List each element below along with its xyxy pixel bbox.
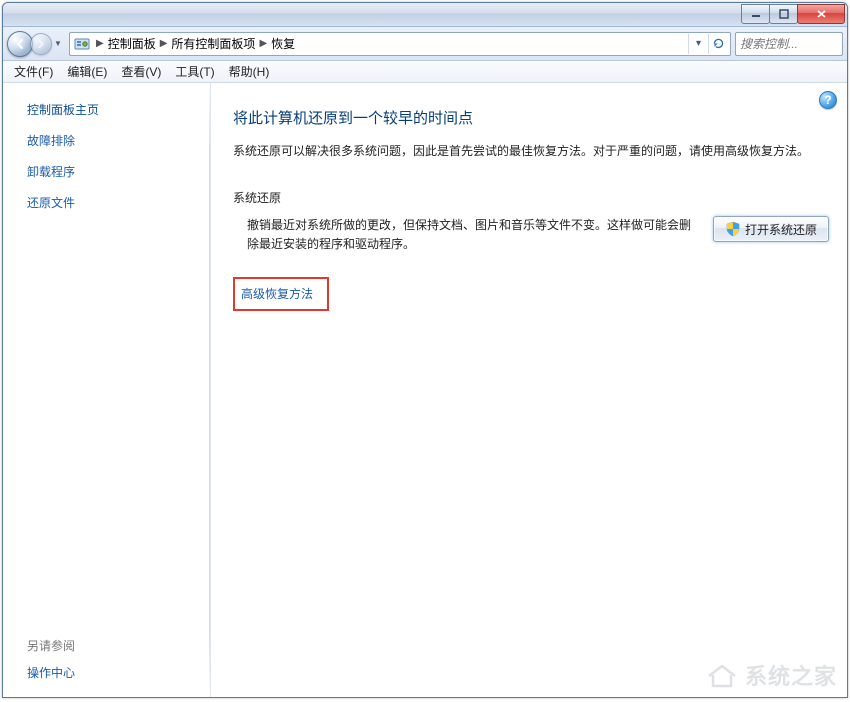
search-box[interactable] [735,32,843,56]
advanced-recovery-link[interactable]: 高级恢复方法 [241,287,313,301]
forward-button[interactable] [30,33,52,55]
sidebar-uninstall-link[interactable]: 卸载程序 [27,163,196,180]
breadcrumb-mid[interactable]: 所有控制面板项 [169,35,257,52]
titlebar[interactable] [3,3,847,27]
minimize-button[interactable] [741,4,770,24]
advanced-recovery-highlight: 高级恢复方法 [233,277,329,311]
breadcrumb-root[interactable]: 控制面板 [106,35,158,52]
uac-shield-icon [725,221,741,237]
sidebar: 控制面板主页 故障排除 卸载程序 还原文件 另请参阅 操作中心 [3,83,211,697]
menu-tools[interactable]: 工具(T) [168,61,221,82]
help-button[interactable]: ? [819,91,837,109]
sidebar-troubleshoot-link[interactable]: 故障排除 [27,132,196,149]
sidebar-see-also-title: 另请参阅 [27,637,196,654]
breadcrumb-leaf[interactable]: 恢复 [269,35,297,52]
sidebar-restore-files-link[interactable]: 还原文件 [27,194,196,211]
page-title: 将此计算机还原到一个较早的时间点 [233,107,829,128]
search-input[interactable] [740,37,838,51]
navigation-row: ▼ ▶ 控制面板 ▶ 所有控制面板项 ▶ 恢复 ▾ [3,27,847,61]
body: 控制面板主页 故障排除 卸载程序 还原文件 另请参阅 操作中心 ? 将此计算机还… [3,83,847,697]
chevron-right-icon[interactable]: ▶ [94,38,106,49]
menu-help[interactable]: 帮助(H) [222,61,277,82]
menu-file[interactable]: 文件(F) [7,61,60,82]
open-system-restore-button[interactable]: 打开系统还原 [713,216,829,242]
nav-history-dropdown[interactable]: ▼ [54,39,64,48]
section-title-system-restore: 系统还原 [233,189,829,206]
sidebar-action-center-link[interactable]: 操作中心 [27,664,196,681]
explorer-window: ▼ ▶ 控制面板 ▶ 所有控制面板项 ▶ 恢复 ▾ 文件(F) 编辑(E) [2,2,848,698]
menu-bar: 文件(F) 编辑(E) 查看(V) 工具(T) 帮助(H) [3,61,847,83]
close-button[interactable] [797,4,845,24]
menu-edit[interactable]: 编辑(E) [60,61,114,82]
window-controls [742,4,845,24]
intro-paragraph: 系统还原可以解决很多系统问题，因此是首先尝试的最佳恢复方法。对于严重的问题，请使… [233,142,829,161]
system-restore-description: 撤销最近对系统所做的更改，但保持文档、图片和音乐等文件不变。这样做可能会删除最近… [233,216,697,254]
nav-back-forward: ▼ [7,30,65,58]
control-panel-icon [74,36,90,52]
chevron-right-icon[interactable]: ▶ [158,38,170,49]
maximize-button[interactable] [769,4,798,24]
sidebar-home-link[interactable]: 控制面板主页 [27,101,196,118]
menu-view[interactable]: 查看(V) [114,61,168,82]
address-bar[interactable]: ▶ 控制面板 ▶ 所有控制面板项 ▶ 恢复 ▾ [69,32,731,56]
watermark-house-icon [705,662,739,688]
open-system-restore-label: 打开系统还原 [745,221,817,238]
watermark: 系统之家 [705,659,837,691]
refresh-button[interactable] [708,34,728,54]
address-dropdown-button[interactable]: ▾ [688,34,708,54]
content-pane: ? 将此计算机还原到一个较早的时间点 系统还原可以解决很多系统问题，因此是首先尝… [211,83,847,697]
system-restore-row: 撤销最近对系统所做的更改，但保持文档、图片和音乐等文件不变。这样做可能会删除最近… [233,216,829,254]
chevron-right-icon[interactable]: ▶ [257,38,269,49]
